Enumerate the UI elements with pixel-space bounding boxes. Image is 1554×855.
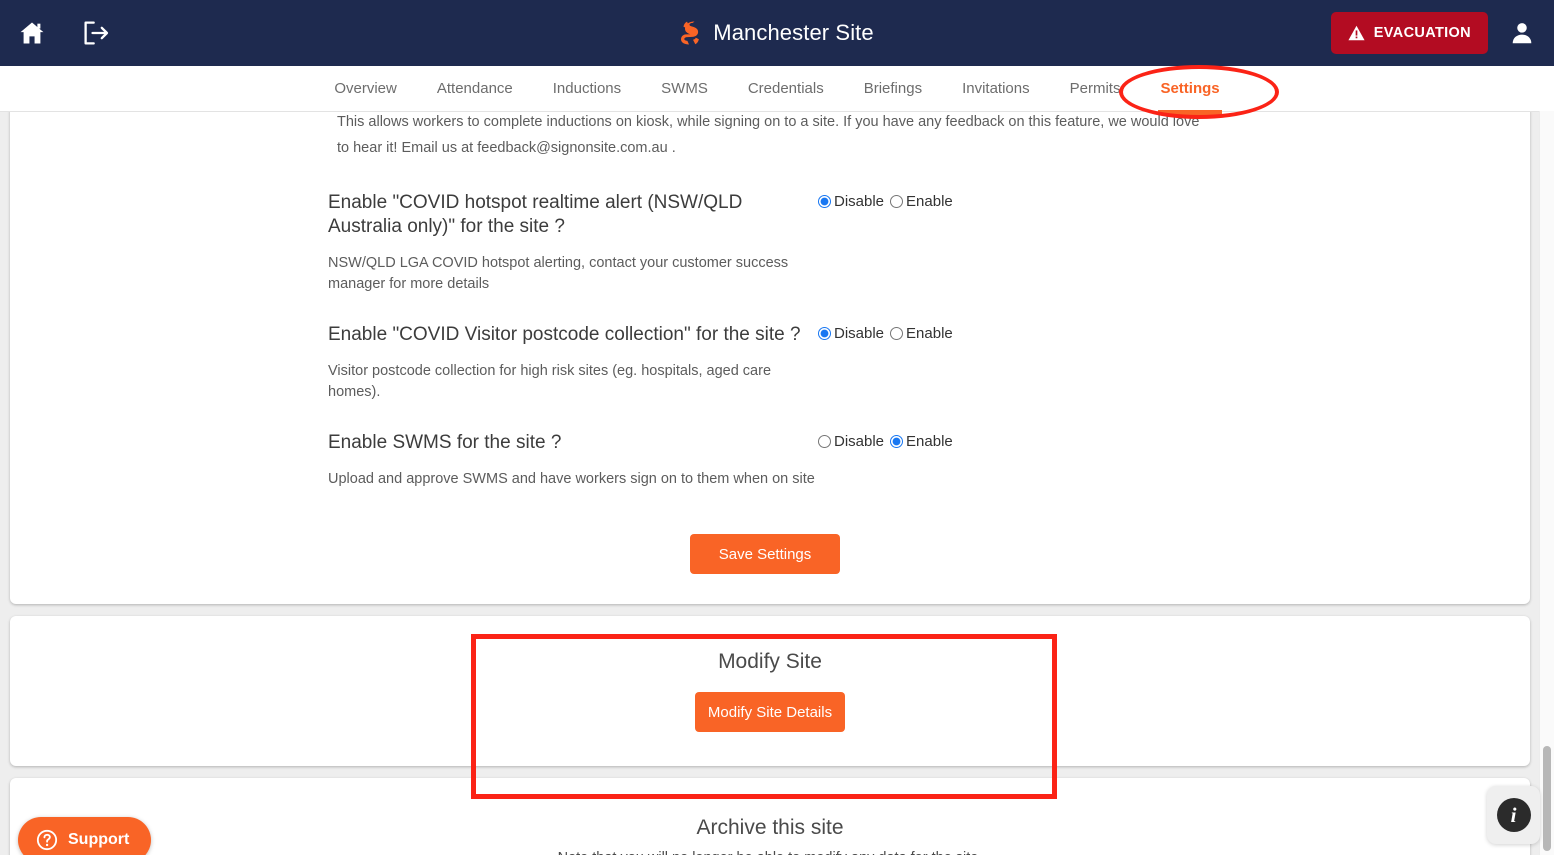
tab-list: Overview Attendance Inductions SWMS Cred… [0,66,1554,115]
evacuation-label: EVACUATION [1373,25,1471,41]
modify-site-title: Modify Site [718,650,822,673]
tab-invitations[interactable]: Invitations [942,66,1050,111]
info-widget-button[interactable]: i [1487,786,1540,844]
support-label: Support [68,831,130,848]
radio-input-disable[interactable] [818,435,831,448]
radio-option-disable[interactable]: Disable [818,433,884,450]
setting-text-block: Enable "COVID hotspot realtime alert (NS… [28,191,818,295]
radio-option-disable[interactable]: Disable [818,325,884,342]
save-settings-row: Save Settings [10,534,1530,574]
archive-site-title: Archive this site [696,816,844,839]
modify-site-details-button[interactable]: Modify Site Details [695,692,845,732]
signonsite-logo-icon [681,21,700,45]
settings-page-content: This allows workers to complete inductio… [0,111,1540,855]
user-account-button[interactable] [1502,11,1542,55]
top-header-bar: Manchester Site EVACUATION [0,0,1554,66]
kiosk-induction-intro-text: This allows workers to complete inductio… [337,114,1200,156]
tab-permits[interactable]: Permits [1050,66,1141,111]
radio-option-disable[interactable]: Disable [818,193,884,210]
radio-input-enable[interactable] [890,195,904,208]
radio-input-enable[interactable] [890,327,904,340]
page-scrollbar-track[interactable] [1539,111,1554,855]
info-circle-icon: i [1496,798,1531,832]
radio-option-enable[interactable]: Enable [890,325,953,342]
page-scrollbar-thumb[interactable] [1543,746,1551,851]
tab-credentials[interactable]: Credentials [728,66,844,111]
site-title: Manchester Site [713,20,874,45]
radio-option-enable[interactable]: Enable [890,433,953,450]
page-root: Manchester Site EVACUATION Overview Atte… [0,0,1554,855]
main-tab-navigation: Overview Attendance Inductions SWMS Cred… [0,66,1554,115]
header-title-group: Manchester Site [0,20,1554,46]
tab-inductions[interactable]: Inductions [533,66,641,111]
exit-icon [84,21,109,45]
support-button[interactable]: Support [18,817,152,855]
setting-row-swms: Enable SWMS for the site ? Upload and ap… [10,431,1530,490]
tab-briefings[interactable]: Briefings [844,66,942,111]
archive-site-card: Archive this site Note that you will no … [10,778,1530,855]
setting-question: Enable "COVID Visitor postcode collectio… [328,324,801,345]
tab-overview[interactable]: Overview [314,66,417,111]
tab-attendance[interactable]: Attendance [417,66,533,111]
setting-row-covid-visitor-postcode: Enable "COVID Visitor postcode collectio… [10,323,1530,403]
setting-text-block: Enable SWMS for the site ? Upload and ap… [28,431,818,490]
tab-swms[interactable]: SWMS [641,66,728,111]
header-left-actions [0,11,118,55]
save-settings-button[interactable]: Save Settings [690,534,840,574]
site-settings-card: This allows workers to complete inductio… [10,111,1530,604]
modify-site-card: Modify Site Modify Site Details [10,616,1530,766]
radio-label-enable: Enable [906,325,953,342]
radio-label-enable: Enable [906,193,953,210]
home-icon [20,22,44,44]
user-avatar-icon [1512,23,1532,44]
home-button[interactable] [10,11,54,55]
radio-label-disable: Disable [834,325,885,342]
radio-label-disable: Disable [834,433,885,450]
header-right-actions: EVACUATION [1330,11,1542,55]
radio-label-disable: Disable [834,193,885,210]
setting-row-covid-hotspot-alert: Enable "COVID hotspot realtime alert (NS… [10,191,1530,295]
question-circle-icon [36,829,58,851]
setting-text-block: Enable "COVID Visitor postcode collectio… [28,323,818,403]
radio-group-swms: Disable Enable [818,431,953,450]
setting-question: Enable SWMS for the site ? [328,432,562,453]
evacuation-button[interactable]: EVACUATION [1330,12,1488,54]
radio-group-covid-visitor-postcode: Disable Enable [818,323,953,342]
radio-group-covid-hotspot-alert: Disable Enable [818,191,953,210]
radio-label-enable: Enable [906,433,953,450]
setting-question: Enable "COVID hotspot realtime alert (NS… [328,192,743,237]
archive-site-note: Note that you will no longer be able to … [558,850,983,855]
setting-description: Visitor postcode collection for high ris… [328,363,772,400]
radio-input-enable[interactable] [890,435,904,448]
setting-description: Upload and approve SWMS and have workers… [328,471,815,487]
setting-description: NSW/QLD LGA COVID hotspot alerting, cont… [328,255,789,292]
tab-settings[interactable]: Settings [1140,66,1239,115]
radio-input-disable[interactable] [818,327,831,340]
sign-out-button[interactable] [74,11,118,55]
warning-triangle-icon [1348,25,1365,41]
radio-input-disable[interactable] [818,195,831,208]
radio-option-enable[interactable]: Enable [890,193,953,210]
